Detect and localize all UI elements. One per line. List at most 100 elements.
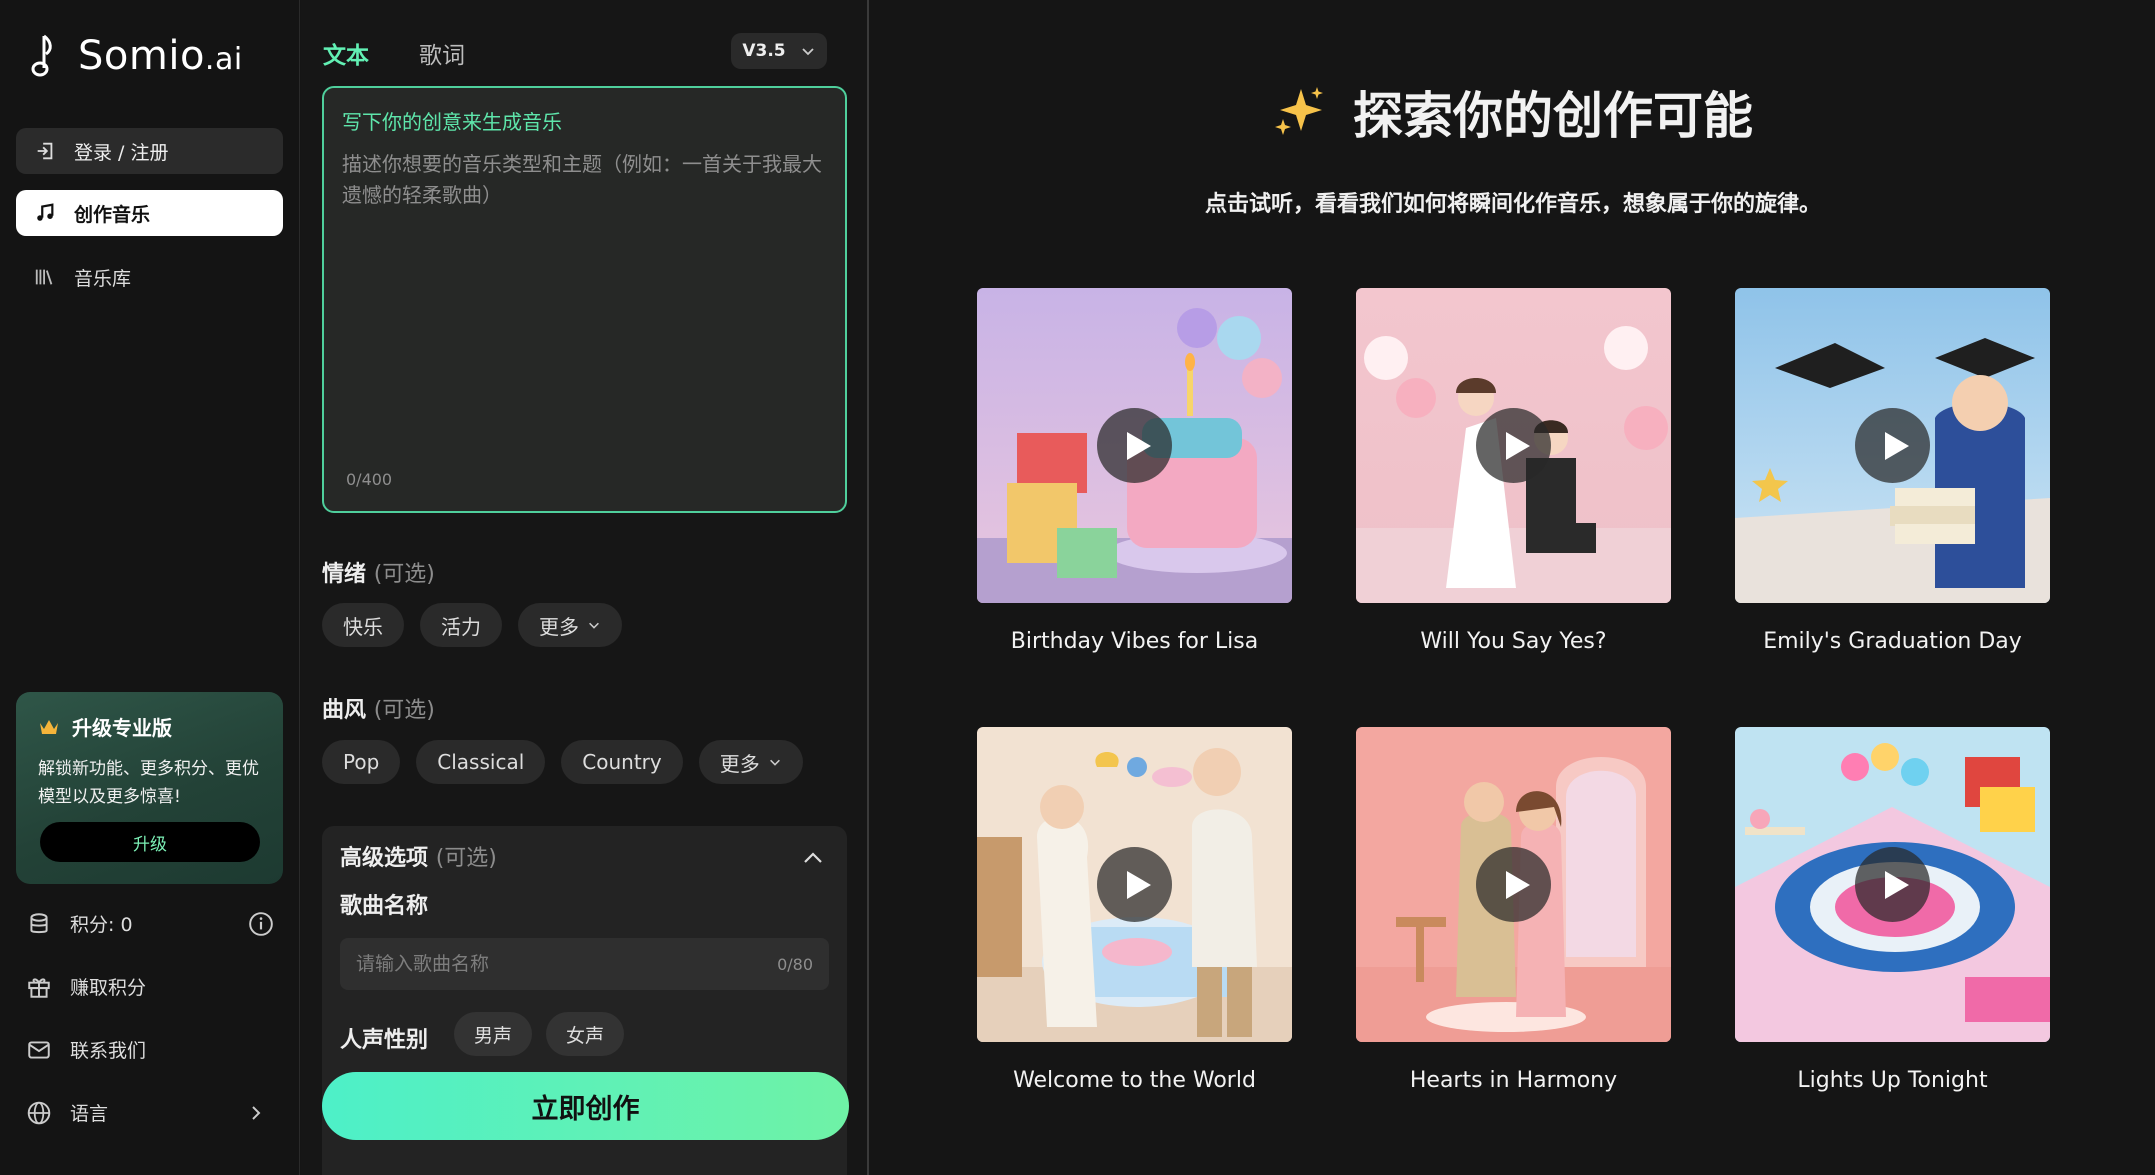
voice-gender-label: 人声性别 (340, 1028, 429, 1053)
sparkles-icon (1275, 87, 1323, 135)
music-library-label: 音乐库 (74, 267, 132, 290)
song-name-label: 歌曲名称 (340, 894, 429, 919)
prompt-char-counter: 0/400 (346, 470, 393, 489)
genre-chip[interactable]: Country (561, 740, 683, 784)
play-icon (1505, 431, 1530, 460)
login-button[interactable]: 登录 / 注册 (16, 128, 283, 174)
creation-form: 文本 歌词 V3.5 写下你的创意来生成音乐 描述你想要的音乐类型和主题（例如：… (301, 0, 869, 1175)
song-name-field[interactable]: 0/80 (340, 938, 829, 990)
card-title: Lights Up Tonight (1797, 1068, 1988, 1093)
chevron-down-icon (802, 48, 814, 56)
input-mode-tabs: 文本 歌词 (323, 36, 465, 70)
advanced-options-title[interactable]: 高级选项 (可选) (340, 840, 497, 872)
crown-icon (40, 719, 58, 734)
page-title: 探索你的创作可能 (1271, 76, 1753, 148)
create-now-button[interactable]: 立即创作 (322, 1072, 849, 1140)
play-button[interactable] (1476, 408, 1551, 483)
globe-icon (27, 1101, 51, 1124)
card-thumbnail[interactable] (1356, 727, 1671, 1042)
card-title: Birthday Vibes for Lisa (1010, 629, 1259, 654)
genre-more-button[interactable]: 更多 (698, 740, 803, 784)
tab-text[interactable]: 文本 (323, 36, 369, 70)
voice-female-chip[interactable]: 女声 (546, 1012, 625, 1056)
prompt-placeholder: 描述你想要的音乐类型和主题（例如：一首关于我最大遗憾的轻柔歌曲） (342, 152, 822, 207)
prompt-textarea[interactable]: 写下你的创意来生成音乐 描述你想要的音乐类型和主题（例如：一首关于我最大遗憾的轻… (322, 86, 847, 513)
song-name-input[interactable] (356, 953, 778, 975)
play-button[interactable] (1855, 408, 1930, 483)
card-title: Welcome to the World (1013, 1068, 1256, 1093)
database-icon (30, 912, 48, 933)
language-selector[interactable]: 语言 (26, 1099, 266, 1126)
info-icon[interactable] (248, 911, 274, 937)
music-note-logo-icon (31, 34, 52, 77)
sample-card-birthday[interactable]: Birthday Vibes for Lisa (977, 288, 1292, 654)
mail-icon (28, 1040, 50, 1059)
upgrade-description: 解锁新功能、更多积分、更优模型以及更多惊喜! (38, 759, 259, 807)
create-music-label: 创作音乐 (74, 203, 151, 226)
create-music-nav[interactable]: 创作音乐 (16, 190, 283, 236)
page-subtitle: 点击试听，看看我们如何将瞬间化作音乐，想象属于你的旋律。 (1204, 192, 1821, 217)
card-thumbnail[interactable] (977, 727, 1292, 1042)
play-button[interactable] (1476, 847, 1551, 922)
contact-us-link[interactable]: 联系我们 (26, 1036, 146, 1063)
card-title: Hearts in Harmony (1409, 1068, 1618, 1093)
card-thumbnail[interactable] (1356, 288, 1671, 603)
card-title: Emily's Graduation Day (1763, 629, 2022, 654)
login-icon (37, 142, 53, 160)
card-title: Will You Say Yes? (1420, 629, 1607, 654)
song-name-counter: 0/80 (777, 954, 813, 974)
explore-area: 探索你的创作可能 点击试听，看看我们如何将瞬间化作音乐，想象属于你的旋律。 Bi… (871, 0, 2155, 1175)
play-icon (1505, 870, 1530, 899)
gift-icon (28, 977, 50, 998)
music-library-nav[interactable]: 音乐库 (16, 254, 283, 300)
play-icon (1126, 870, 1151, 899)
login-label: 登录 / 注册 (74, 141, 169, 164)
earn-points-label: 赚取积分 (70, 977, 147, 999)
upgrade-button[interactable]: 升级 (40, 822, 260, 862)
chevron-up-icon[interactable] (801, 846, 825, 870)
play-button[interactable] (1855, 847, 1930, 922)
version-dropdown[interactable]: V3.5 (731, 33, 827, 69)
sample-card-proposal[interactable]: Will You Say Yes? (1356, 288, 1671, 654)
chevron-right-icon (252, 1105, 261, 1120)
mood-chip[interactable]: 快乐 (322, 603, 404, 647)
genre-section-title: 曲风 (可选) (322, 698, 435, 723)
mood-more-button[interactable]: 更多 (518, 603, 622, 647)
play-icon (1884, 870, 1909, 899)
points-label: 积分: 0 (70, 914, 133, 936)
voice-gender-options: 男声 女声 (454, 1012, 625, 1056)
card-thumbnail[interactable] (1735, 727, 2050, 1042)
sample-card-newborn[interactable]: Welcome to the World (977, 727, 1292, 1093)
upgrade-title: 升级专业版 (38, 712, 261, 741)
genre-chip[interactable]: Classical (416, 740, 546, 784)
sample-card-couple[interactable]: Hearts in Harmony (1356, 727, 1671, 1093)
chevron-down-icon (589, 622, 599, 629)
contact-us-label: 联系我们 (70, 1040, 147, 1062)
logo[interactable]: Somio.ai (30, 32, 243, 80)
mood-section-title: 情绪 (可选) (322, 562, 435, 587)
sidebar: Somio.ai 登录 / 注册 创作音乐 音乐库 升级专业版 解锁新功能、更多… (0, 0, 300, 1175)
points-row: 积分: 0 (26, 910, 274, 937)
sample-card-graduation[interactable]: Emily's Graduation Day (1735, 288, 2050, 654)
mood-chips: 快乐 活力 更多 (322, 603, 622, 647)
card-thumbnail[interactable] (977, 288, 1292, 603)
music-note-icon (37, 203, 54, 221)
genre-chip[interactable]: Pop (322, 740, 401, 784)
play-button[interactable] (1097, 408, 1172, 483)
brand-name: Somio.ai (78, 33, 243, 79)
play-icon (1126, 431, 1151, 460)
sample-card-party[interactable]: Lights Up Tonight (1735, 727, 2050, 1093)
tab-lyrics[interactable]: 歌词 (419, 36, 465, 70)
upgrade-card: 升级专业版 解锁新功能、更多积分、更优模型以及更多惊喜! 升级 (16, 692, 283, 884)
prompt-label: 写下你的创意来生成音乐 (342, 110, 562, 134)
play-icon (1884, 431, 1909, 460)
card-thumbnail[interactable] (1735, 288, 2050, 603)
earn-points-link[interactable]: 赚取积分 (26, 973, 146, 1000)
version-label: V3.5 (742, 41, 786, 61)
mood-chip[interactable]: 活力 (420, 603, 502, 647)
play-button[interactable] (1097, 847, 1172, 922)
language-label: 语言 (70, 1103, 109, 1125)
library-icon (35, 269, 53, 285)
chevron-down-icon (769, 759, 780, 766)
voice-male-chip[interactable]: 男声 (454, 1012, 533, 1056)
